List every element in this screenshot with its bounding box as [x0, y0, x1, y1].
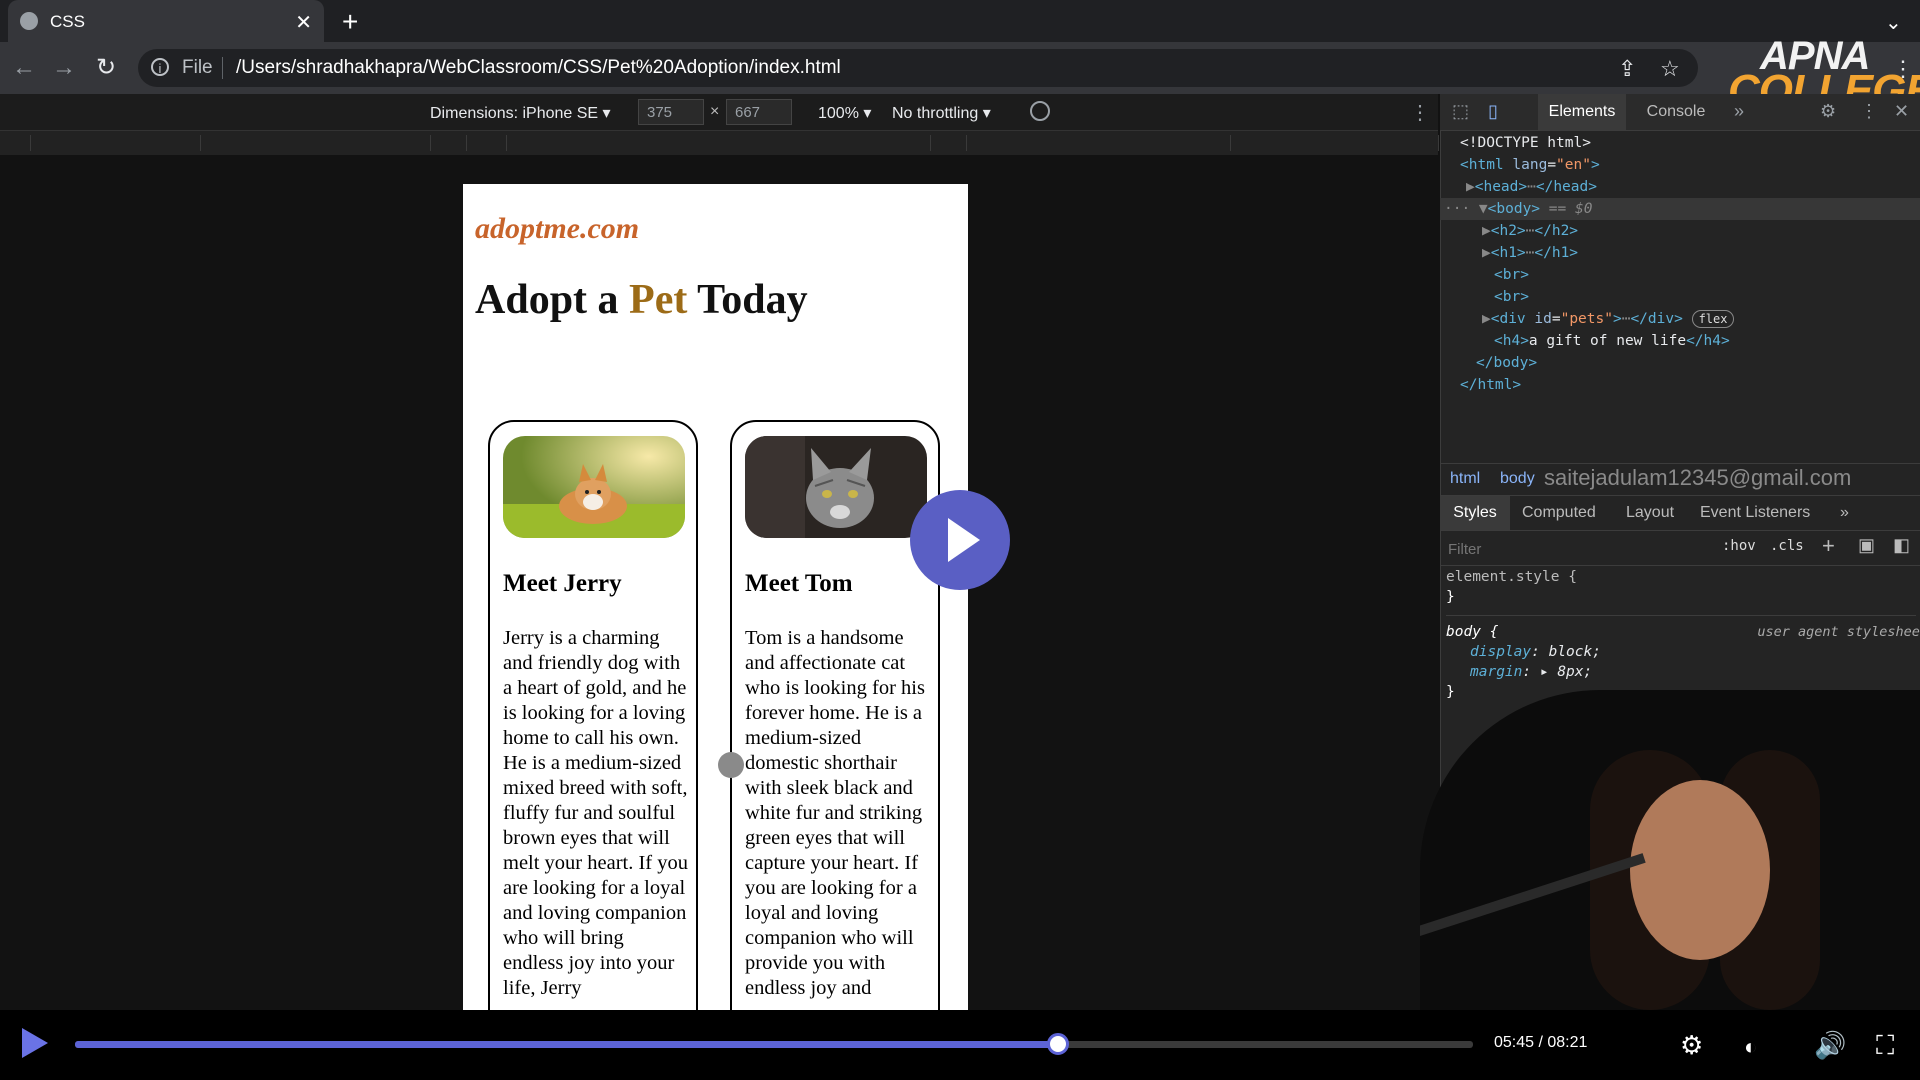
tab-console[interactable]: Console [1636, 94, 1716, 130]
throttling-dropdown[interactable]: No throttling ▾ [892, 103, 991, 123]
dom-br[interactable]: <br> [1440, 264, 1920, 286]
new-tab-button[interactable]: + [342, 6, 358, 38]
devtools-close-icon[interactable]: ✕ [1894, 101, 1909, 122]
element-style-rule[interactable]: element.style { [1446, 567, 1916, 587]
cls-toggle[interactable]: .cls [1770, 538, 1804, 554]
touch-cursor-dot [718, 752, 744, 778]
heading-text-after: Today [687, 277, 808, 323]
info-icon[interactable]: i [151, 58, 169, 76]
sidebar-toggle-icon[interactable]: ◧ [1893, 535, 1910, 556]
device-height-input[interactable]: 667 [726, 99, 792, 125]
element-style-close: } [1446, 589, 1455, 605]
back-arrow-icon[interactable]: ← [12, 54, 36, 82]
heading-accent-word: Pet [629, 277, 688, 323]
card-title: Meet Jerry [503, 570, 622, 597]
dom-doctype[interactable]: <!DOCTYPE html> [1440, 132, 1920, 154]
card-title: Meet Tom [745, 570, 853, 597]
progress-fill [75, 1041, 1058, 1048]
tab-search-chevron-icon[interactable]: ⌄ [1885, 10, 1902, 35]
devtools-kebab-icon[interactable]: ⋮ [1860, 101, 1878, 122]
add-rule-icon[interactable]: + [1822, 533, 1835, 559]
tab-title: CSS [50, 12, 85, 31]
dom-h2[interactable]: ▶<h2>⋯</h2> [1440, 220, 1920, 242]
more-style-tabs-icon[interactable]: » [1840, 504, 1849, 522]
url-text[interactable]: /Users/shradhakhapra/WebClassroom/CSS/Pe… [236, 57, 841, 79]
video-play-overlay-button[interactable] [910, 490, 1010, 590]
page-main-heading: Adopt a Pet Today [475, 276, 808, 324]
dom-tree: <!DOCTYPE html> <html lang="en"> ▶<head>… [1440, 132, 1920, 396]
dom-html[interactable]: <html lang="en"> [1440, 154, 1920, 176]
tab-styles[interactable]: Styles [1440, 496, 1510, 530]
address-separator [222, 57, 223, 79]
tab-elements[interactable]: Elements [1538, 94, 1626, 130]
breadcrumb-body[interactable]: body [1500, 470, 1535, 488]
browser-tab[interactable]: CSS ✕ [8, 0, 324, 42]
zoom-dropdown[interactable]: 100% ▾ [818, 103, 871, 123]
css-prop-margin[interactable]: margin: ▸ 8px; [1446, 662, 1916, 682]
forward-arrow-icon[interactable]: → [52, 54, 76, 82]
flex-badge[interactable]: flex [1691, 310, 1735, 328]
css-prop-display[interactable]: display: block; [1446, 642, 1916, 662]
dom-body-selected[interactable]: ··· ▼<body> == $0 [1440, 198, 1920, 220]
tab-close-button[interactable]: ✕ [295, 10, 312, 35]
inspect-element-icon[interactable]: ⬚ [1452, 101, 1469, 122]
volume-icon[interactable]: 🔊 [1814, 1030, 1846, 1061]
device-width-input[interactable]: 375 [638, 99, 704, 125]
exit-fullscreen-icon[interactable]: ⛶ [1876, 1030, 1894, 1062]
paint-icon[interactable]: ▣ [1858, 535, 1875, 556]
media-query-ruler [0, 131, 1439, 155]
tab-layout[interactable]: Layout [1626, 504, 1674, 522]
email-overlay-text: saitejadulam12345@gmail.com [1544, 465, 1852, 490]
user-agent-stylesheet-label: user agent stylesheet [1757, 624, 1920, 640]
star-bookmark-icon[interactable]: ☆ [1660, 56, 1680, 82]
globe-icon [20, 12, 38, 30]
play-icon[interactable] [22, 1028, 48, 1058]
body-rule-header[interactable]: body {user agent stylesheet [1446, 622, 1920, 642]
tab-computed[interactable]: Computed [1522, 504, 1596, 522]
presenter-webcam [1420, 690, 1920, 1010]
share-icon[interactable]: ⇪ [1618, 56, 1636, 82]
time-display: 05:45 / 08:21 [1494, 1034, 1588, 1051]
breadcrumb-html[interactable]: html [1450, 470, 1480, 488]
dom-body-close[interactable]: </body> [1440, 352, 1920, 374]
hov-toggle[interactable]: :hov [1722, 538, 1756, 554]
dog-photo [503, 436, 685, 538]
pet-card-tom: Meet Tom Tom is a handsome and affection… [730, 420, 940, 1010]
dom-div-pets[interactable]: ▶<div id="pets">⋯</div> flex [1440, 308, 1920, 330]
rotate-icon[interactable] [1030, 101, 1050, 121]
styles-pane: element.style { } body {user agent style… [1446, 567, 1920, 702]
dimensions-dropdown[interactable]: Dimensions: iPhone SE ▾ [430, 103, 611, 123]
cat-photo [745, 436, 927, 538]
autoplay-toggle-icon[interactable]: ◐ [1744, 1034, 1757, 1060]
dom-html-close[interactable]: </html> [1440, 374, 1920, 396]
dom-h1[interactable]: ▶<h1>⋯</h1> [1440, 242, 1920, 264]
play-icon [948, 518, 980, 562]
dom-br[interactable]: <br> [1440, 286, 1920, 308]
pet-card-jerry: Meet Jerry Jerry is a charming and frien… [488, 420, 698, 1010]
more-tabs-icon[interactable]: » [1734, 101, 1744, 122]
emulated-page: adoptme.com Adopt a Pet Today Meet Jerry… [463, 184, 968, 1010]
heading-text-before: Adopt a [475, 277, 630, 323]
breadcrumb: html body saitejadulam12345@gmail.com [1440, 463, 1920, 494]
dom-head[interactable]: ▶<head>⋯</head> [1440, 176, 1920, 198]
dom-h4[interactable]: <h4>a gift of new life</h4> [1440, 330, 1920, 352]
tab-event-listeners[interactable]: Event Listeners [1700, 504, 1810, 522]
settings-gear-icon[interactable]: ⚙ [1820, 101, 1836, 122]
dimensions-times-sign: × [710, 103, 720, 120]
card-text: Tom is a handsome and affectionate cat w… [745, 627, 925, 999]
device-toggle-icon[interactable]: ▯ [1488, 101, 1498, 122]
progress-scrubber-handle[interactable] [1047, 1033, 1069, 1055]
styles-tab-bar: Styles Computed Layout Event Listeners » [1440, 495, 1920, 531]
settings-gear-icon[interactable]: ⚙ [1680, 1030, 1703, 1061]
reload-icon[interactable]: ↻ [96, 53, 116, 82]
site-name-heading: adoptme.com [475, 212, 640, 245]
file-scheme-label: File [182, 57, 213, 78]
styles-filter-input[interactable] [1446, 536, 1710, 562]
device-options-kebab-icon[interactable]: ⋮ [1410, 100, 1430, 125]
card-text: Jerry is a charming and friendly dog wit… [503, 627, 689, 999]
